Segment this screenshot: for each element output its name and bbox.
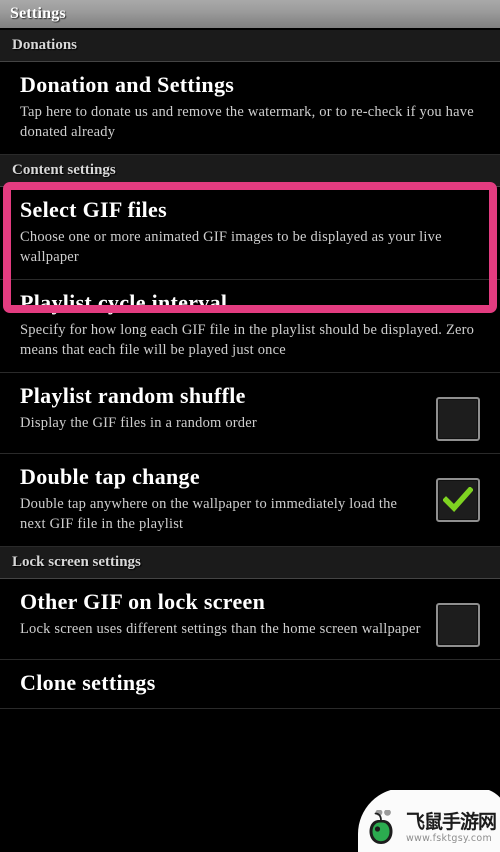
checkmark-icon <box>443 486 473 512</box>
preference-summary: Display the GIF files in a random order <box>20 414 257 431</box>
page-title: Settings <box>10 5 66 22</box>
preference-row[interactable]: Playlist cycle interval Specify for how l… <box>0 279 500 373</box>
preference-title: Clone settings <box>20 669 156 695</box>
watermark-brand: 飞鼠手游网 <box>405 810 497 833</box>
preference-list[interactable]: Donations Donation and Settings Tap here t… <box>0 30 500 709</box>
settings-screen: Settings Donations Donation and Settings T… <box>0 0 500 852</box>
preference-title: Playlist random shuffle <box>20 382 246 408</box>
preference-row[interactable]: Playlist random shuffle Display the GIF f… <box>0 372 500 454</box>
section-header: Lock screen settings <box>0 546 500 579</box>
preference-title: Double tap change <box>20 463 200 489</box>
preference-row[interactable]: Clone settings <box>0 659 500 709</box>
preference-row[interactable]: Select GIF files Choose one or more anima… <box>0 186 500 280</box>
title-bar: Settings <box>0 0 500 30</box>
preference-summary: Double tap anywhere on the wallpaper to … <box>20 495 398 532</box>
watermark-url: www.fsktgsy.com <box>405 832 493 844</box>
preference-title: Other GIF on lock screen <box>20 588 266 614</box>
preference-row[interactable]: Double tap change Double tap anywhere on … <box>0 453 500 547</box>
preference-row[interactable]: Other GIF on lock screen Lock screen uses… <box>0 578 500 660</box>
preference-summary: Specify for how long each GIF file in th… <box>20 321 475 358</box>
checkbox-unchecked[interactable] <box>436 396 480 441</box>
section-header: Donations <box>0 30 500 62</box>
section-header: Content settings <box>0 154 500 187</box>
watermark: 飞鼠手游网 www.fsktgsy.com <box>355 790 500 852</box>
preference-title: Playlist cycle interval <box>20 289 228 315</box>
preference-title: Donation and Settings <box>20 72 235 97</box>
preference-row[interactable]: Donation and Settings Tap here to donate … <box>0 62 500 155</box>
checkbox-unchecked[interactable] <box>436 602 480 647</box>
preference-summary: Tap here to donate us and remove the wat… <box>20 103 474 140</box>
mouse-icon <box>369 810 393 844</box>
preference-summary: Lock screen uses different settings than… <box>20 620 421 637</box>
preference-summary: Choose one or more animated GIF images t… <box>20 228 442 265</box>
preference-title: Select GIF files <box>20 196 167 222</box>
checkbox-checked[interactable] <box>436 477 480 522</box>
